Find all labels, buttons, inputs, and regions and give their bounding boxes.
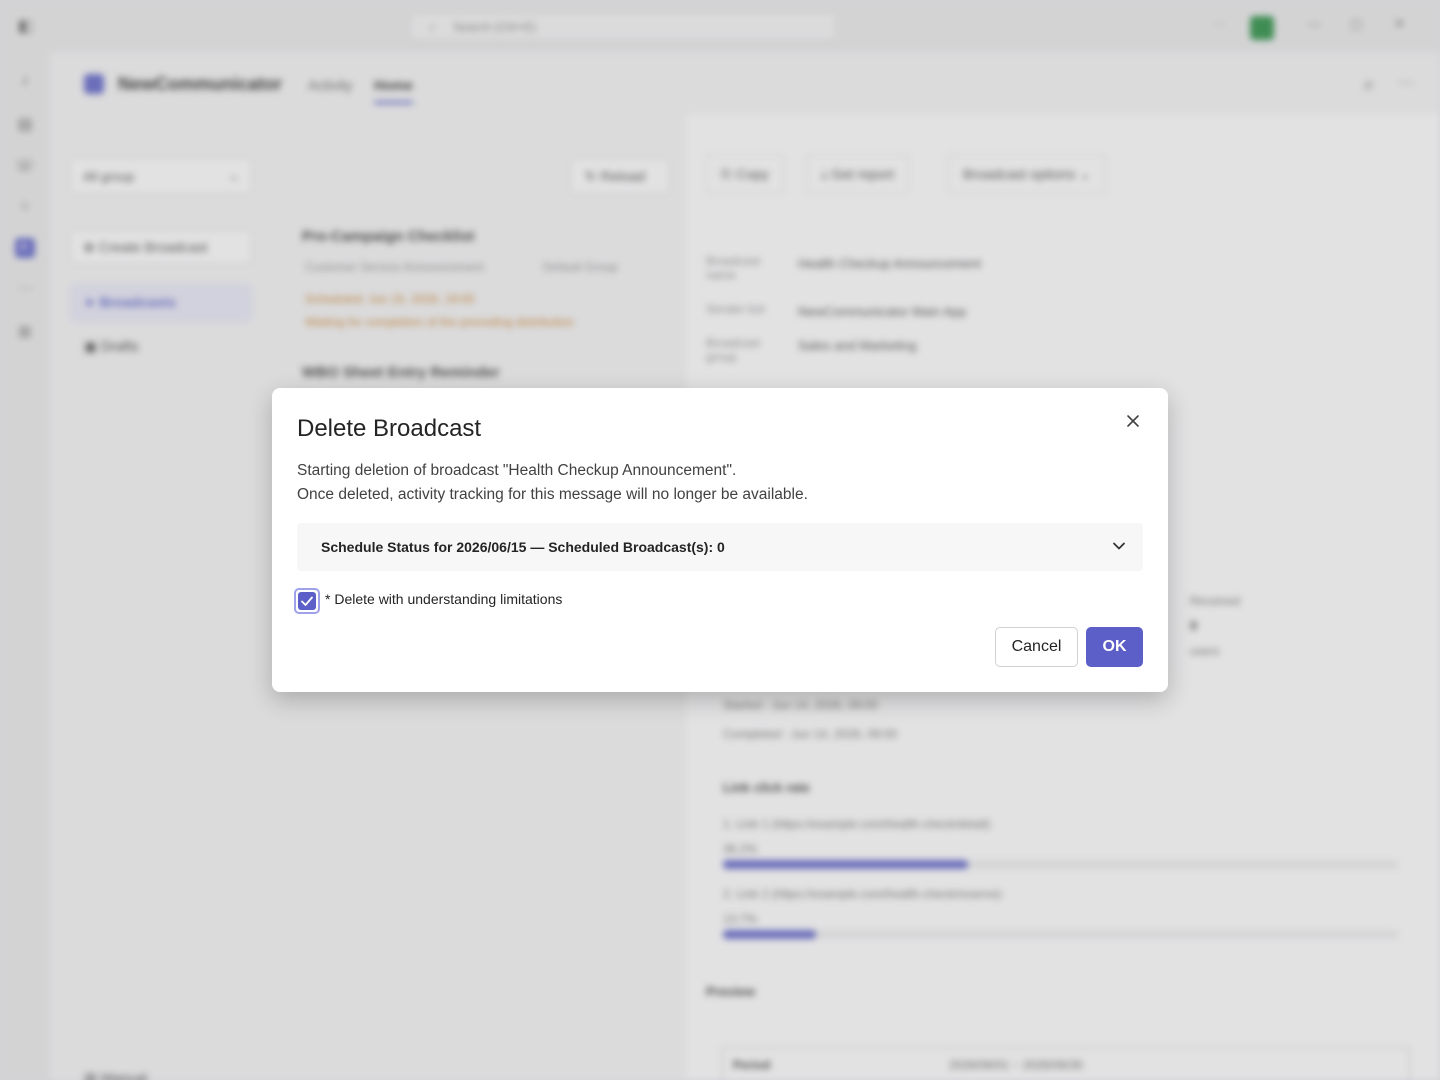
chevron-down-icon	[1113, 542, 1125, 550]
understand-limitations-checkbox[interactable]	[294, 588, 320, 614]
dialog-message-line-2: Once deleted, activity tracking for this…	[297, 486, 808, 503]
cancel-button[interactable]: Cancel	[995, 627, 1078, 667]
checkbox-label[interactable]: * Delete with understanding limitations	[325, 591, 562, 607]
checkbox-checked	[298, 592, 316, 610]
schedule-status-label: Schedule Status for 2026/06/15 — Schedul…	[321, 539, 725, 555]
delete-broadcast-dialog: Delete Broadcast Starting deletion of br…	[272, 388, 1168, 692]
dialog-title: Delete Broadcast	[297, 415, 482, 442]
schedule-status-accordion[interactable]: Schedule Status for 2026/06/15 — Schedul…	[297, 523, 1143, 571]
close-icon	[1127, 415, 1139, 427]
close-dialog-button[interactable]	[1121, 409, 1145, 433]
checkmark-icon	[301, 596, 313, 606]
ok-button[interactable]: OK	[1086, 627, 1143, 667]
dialog-message-line-1: Starting deletion of broadcast "Health C…	[297, 462, 737, 479]
